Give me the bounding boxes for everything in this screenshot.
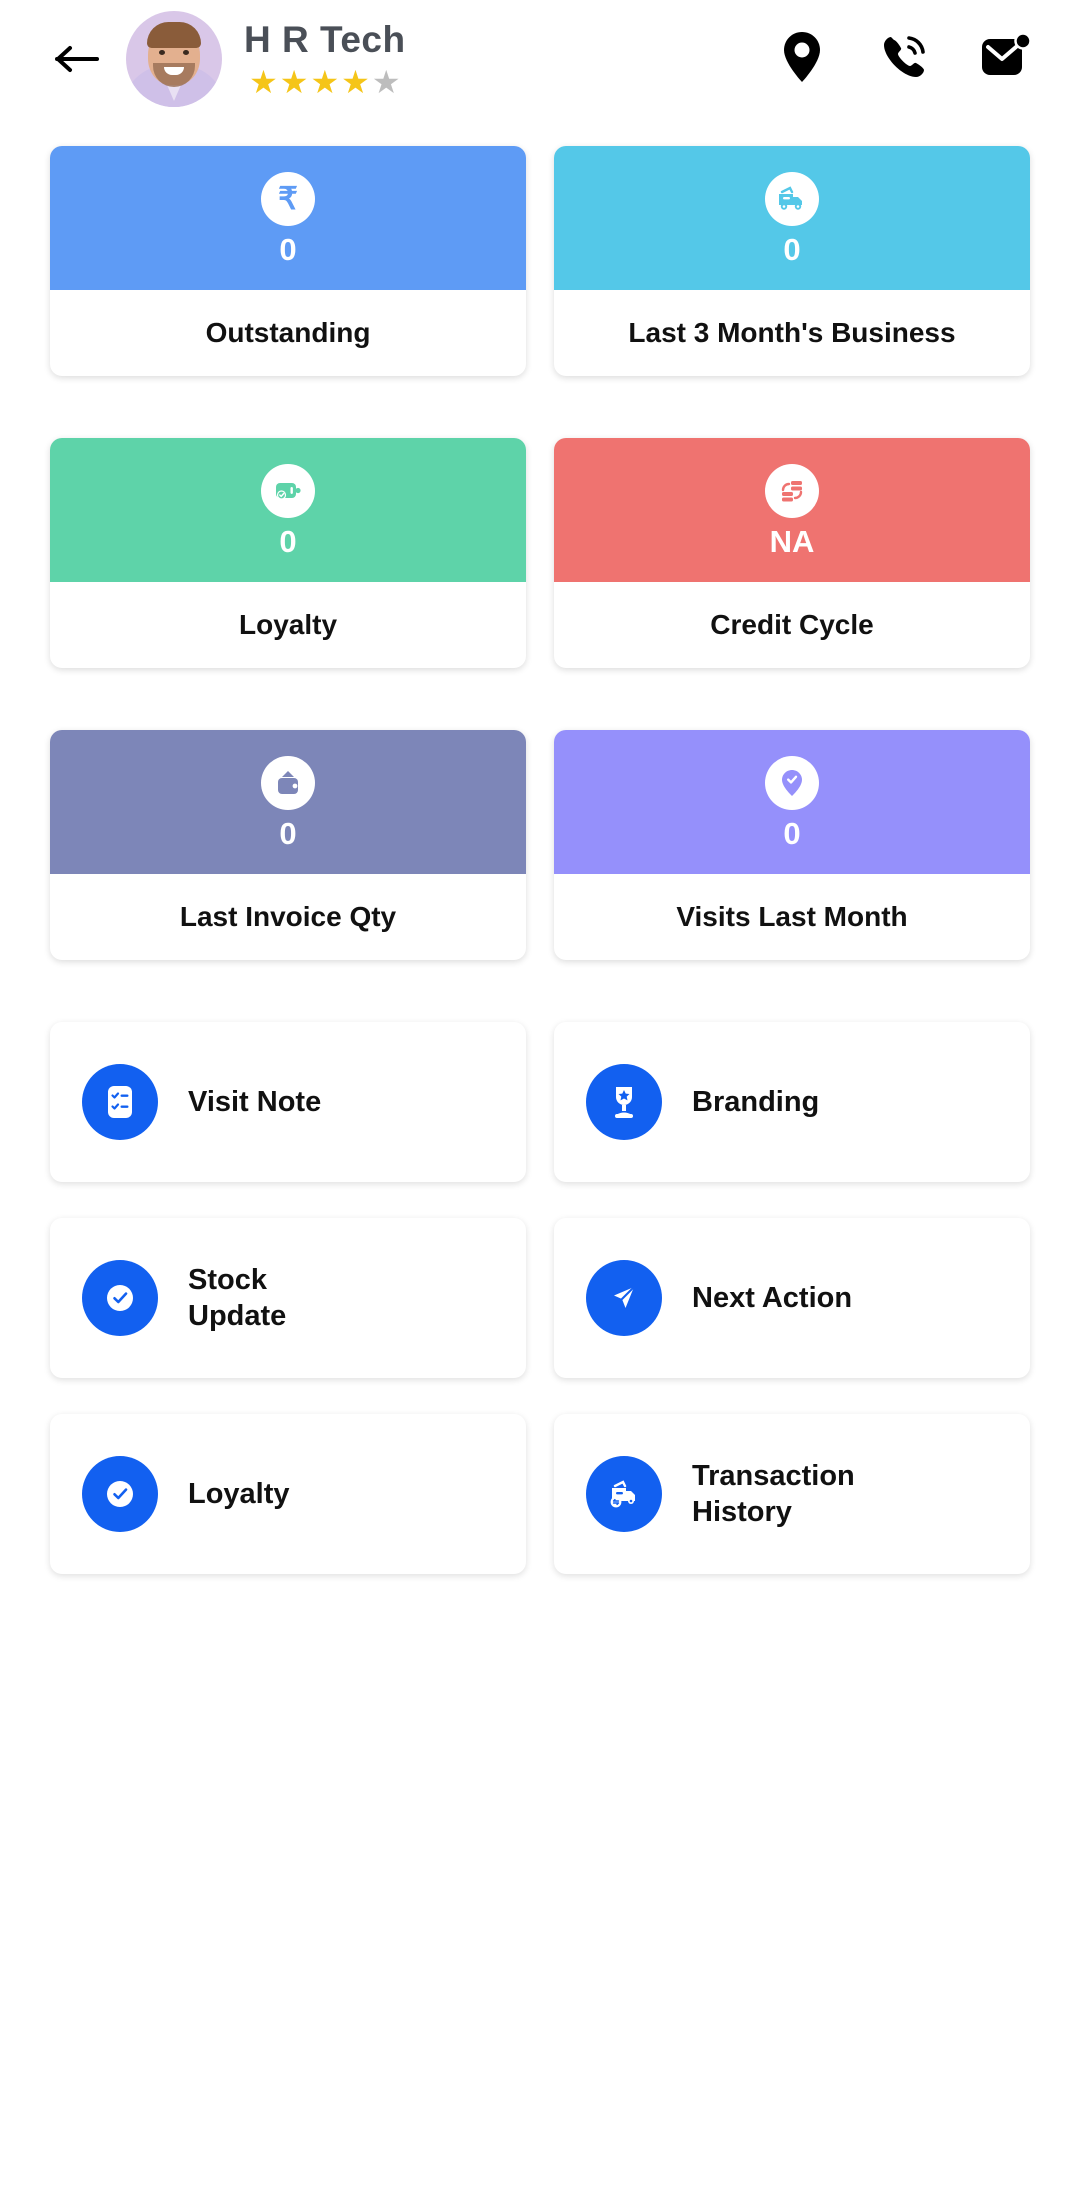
action-label: Stock Update <box>188 1263 287 1332</box>
content-grid: ₹ 0 Outstanding 0 Last 3 Month's Busines… <box>0 118 1080 1574</box>
check-circle-icon <box>82 1456 158 1532</box>
stat-row-3: 0 Last Invoice Qty 0 Visits Last Month <box>50 730 1030 960</box>
action-row-1: Visit Note Branding <box>50 1022 1030 1182</box>
action-label: Visit Note <box>188 1085 322 1118</box>
stat-card-footer: Last 3 Month's Business <box>554 290 1030 376</box>
call-button[interactable] <box>876 31 932 87</box>
stat-value: 0 <box>783 815 801 851</box>
action-card-transaction-history[interactable]: Transaction History <box>554 1414 1030 1574</box>
checklist-icon <box>82 1064 158 1140</box>
action-label: Next Action <box>692 1281 853 1314</box>
stat-label: Last 3 Month's Business <box>628 316 956 348</box>
stat-card-loyalty[interactable]: 0 Loyalty <box>50 438 526 668</box>
rating-stars: ★ ★ ★ ★ ★ <box>249 66 400 98</box>
star-1-icon: ★ <box>249 64 278 101</box>
stat-value: 0 <box>279 815 297 851</box>
stat-card-last-invoice-qty[interactable]: 0 Last Invoice Qty <box>50 730 526 960</box>
stat-value: 0 <box>783 231 801 267</box>
stat-card-footer: Visits Last Month <box>554 874 1030 960</box>
send-plane-icon <box>586 1260 662 1336</box>
stat-card-outstanding[interactable]: ₹ 0 Outstanding <box>50 146 526 376</box>
stat-card-header: NA <box>554 438 1030 582</box>
action-label: Transaction History <box>692 1459 855 1528</box>
stat-card-header: ₹ 0 <box>50 146 526 290</box>
arrow-left-icon <box>54 42 100 76</box>
message-button[interactable] <box>978 31 1034 87</box>
stat-value: 0 <box>279 231 297 267</box>
stat-card-header: 0 <box>554 146 1030 290</box>
phone-call-icon <box>879 32 929 87</box>
stat-card-footer: Loyalty <box>50 582 526 668</box>
stat-label: Credit Cycle <box>710 608 874 640</box>
stat-label: Visits Last Month <box>676 900 908 932</box>
action-card-next-action[interactable]: Next Action <box>554 1218 1030 1378</box>
stat-card-footer: Last Invoice Qty <box>50 874 526 960</box>
action-card-branding[interactable]: Branding <box>554 1022 1030 1182</box>
stat-card-credit-cycle[interactable]: NA Credit Cycle <box>554 438 1030 668</box>
location-button[interactable] <box>774 31 830 87</box>
stat-card-header: 0 <box>50 730 526 874</box>
shop-title-block: H R Tech ★ ★ ★ ★ ★ <box>244 18 406 98</box>
delivery-truck-icon <box>765 171 819 226</box>
star-5-icon: ★ <box>371 64 401 101</box>
star-2-icon: ★ <box>279 64 309 101</box>
action-row-2: Stock Update Next Action <box>50 1218 1030 1378</box>
stat-row-1: ₹ 0 Outstanding 0 Last 3 Month's Busines… <box>50 146 1030 376</box>
page-title: H R Tech <box>244 18 406 60</box>
action-label: Branding <box>692 1085 820 1118</box>
action-card-visit-note[interactable]: Visit Note <box>50 1022 526 1182</box>
stat-card-footer: Outstanding <box>50 290 526 376</box>
stat-card-last-3-months-business[interactable]: 0 Last 3 Month's Business <box>554 146 1030 376</box>
star-3-icon: ★ <box>310 64 340 101</box>
action-card-loyalty[interactable]: Loyalty <box>50 1414 526 1574</box>
stat-card-header: 0 <box>554 730 1030 874</box>
action-card-stock-update[interactable]: Stock Update <box>50 1218 526 1378</box>
stat-value: NA <box>769 523 815 559</box>
stat-card-visits-last-month[interactable]: 0 Visits Last Month <box>554 730 1030 960</box>
transaction-truck-icon <box>586 1456 662 1532</box>
back-button[interactable] <box>46 28 108 90</box>
action-row-3: Loyalty Transaction History <box>50 1414 1030 1574</box>
stat-label: Loyalty <box>238 608 338 640</box>
wallet-icon <box>261 755 315 810</box>
avatar[interactable] <box>126 11 222 107</box>
shop-detail-screen: H R Tech ★ ★ ★ ★ ★ ₹ 0 Outstanding 0 Las… <box>0 0 1080 2204</box>
credit-cycle-icon <box>765 463 819 518</box>
stat-value: 0 <box>279 523 297 559</box>
loyalty-card-icon <box>261 463 315 518</box>
action-label: Loyalty <box>188 1477 290 1510</box>
trophy-icon <box>586 1064 662 1140</box>
rupee-icon: ₹ <box>261 171 315 226</box>
app-header: H R Tech ★ ★ ★ ★ ★ <box>0 0 1080 118</box>
stat-label: Last Invoice Qty <box>179 900 397 932</box>
pin-check-icon <box>765 755 819 810</box>
stat-card-footer: Credit Cycle <box>554 582 1030 668</box>
stat-label: Outstanding <box>205 316 371 348</box>
header-actions <box>774 31 1042 87</box>
message-mail-icon <box>980 31 1032 86</box>
star-4-icon: ★ <box>341 64 370 101</box>
location-pin-icon <box>781 30 823 89</box>
stat-row-2: 0 Loyalty NA Credit Cycle <box>50 438 1030 668</box>
check-circle-icon <box>82 1260 158 1336</box>
stat-card-header: 0 <box>50 438 526 582</box>
